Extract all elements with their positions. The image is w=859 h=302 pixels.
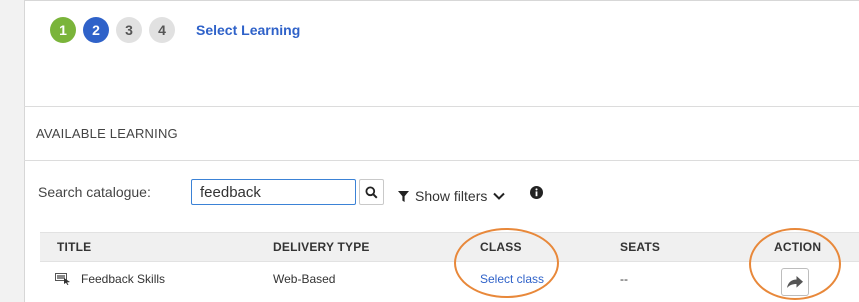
column-header-action: ACTION — [774, 240, 822, 254]
column-header-delivery-type[interactable]: DELIVERY TYPE — [273, 240, 370, 254]
current-step-label: Select Learning — [196, 22, 301, 38]
search-icon — [365, 186, 378, 199]
column-header-title[interactable]: TITLE — [57, 240, 91, 254]
search-button[interactable] — [359, 179, 384, 205]
wizard-stepper: 1 2 3 4 Select Learning — [50, 17, 300, 43]
table-row: Feedback Skills Web-Based Select class -… — [40, 261, 859, 301]
step-4-indicator: 4 — [149, 17, 175, 43]
step-2-indicator[interactable]: 2 — [83, 17, 109, 43]
info-circle-icon[interactable] — [530, 186, 543, 204]
filter-funnel-icon — [398, 190, 409, 202]
show-filters-toggle[interactable]: Show filters — [398, 188, 506, 204]
action-button[interactable] — [781, 268, 809, 296]
course-title[interactable]: Feedback Skills — [81, 272, 165, 286]
section-title: AVAILABLE LEARNING — [36, 126, 178, 141]
seats-value: -- — [620, 272, 628, 286]
column-header-seats[interactable]: SEATS — [620, 240, 660, 254]
results-table-header: TITLE DELIVERY TYPE CLASS SEATS ACTION — [40, 232, 859, 262]
course-title-cell: Feedback Skills — [55, 272, 165, 286]
step-3-indicator: 3 — [116, 17, 142, 43]
column-header-class[interactable]: CLASS — [480, 240, 522, 254]
computer-course-icon — [55, 273, 71, 285]
search-label: Search catalogue: — [38, 184, 151, 200]
section-divider-bottom — [24, 160, 859, 161]
show-filters-label: Show filters — [415, 188, 488, 204]
delivery-type-value: Web-Based — [273, 272, 336, 286]
chevron-down-icon — [493, 192, 506, 200]
step-1-indicator[interactable]: 1 — [50, 17, 76, 43]
search-input[interactable] — [191, 179, 356, 205]
select-class-link[interactable]: Select class — [480, 272, 544, 286]
share-arrow-icon — [786, 275, 804, 289]
section-divider-top — [24, 106, 859, 107]
